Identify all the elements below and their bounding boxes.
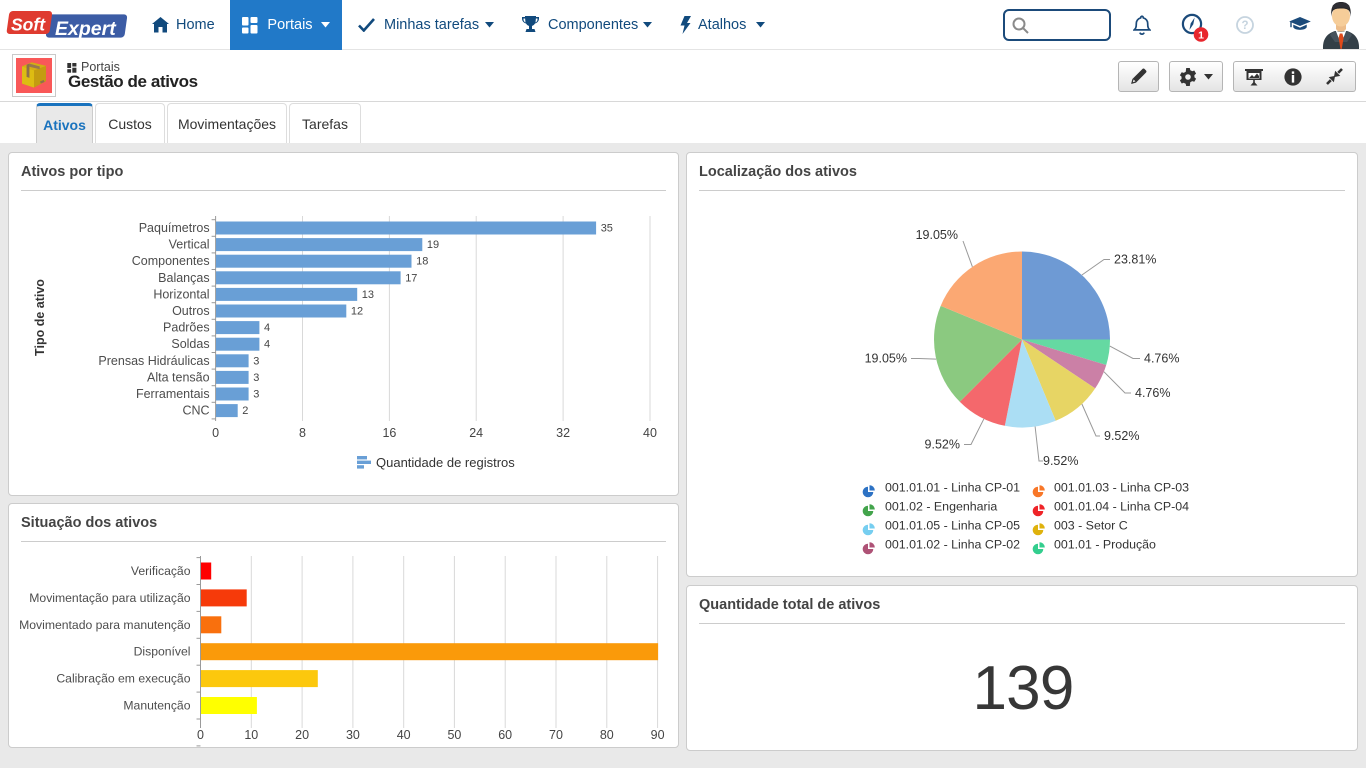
svg-text:23.81%: 23.81%: [1114, 253, 1156, 267]
svg-text:Expert: Expert: [55, 18, 117, 40]
svg-text:Outros: Outros: [172, 304, 210, 318]
svg-text:80: 80: [600, 728, 614, 742]
svg-text:30: 30: [346, 728, 360, 742]
svg-text:50: 50: [447, 728, 461, 742]
svg-text:1: 1: [1198, 29, 1204, 41]
svg-text:0: 0: [212, 426, 219, 440]
svg-text:Manutenção: Manutenção: [123, 699, 190, 713]
svg-text:20: 20: [295, 728, 309, 742]
svg-text:18: 18: [416, 256, 428, 268]
svg-text:16: 16: [382, 426, 396, 440]
svg-text:001.01.04 - Linha CP-04: 001.01.04 - Linha CP-04: [1054, 500, 1189, 514]
svg-text:CNC: CNC: [183, 404, 210, 418]
svg-text:Soft: Soft: [11, 14, 46, 34]
svg-text:3: 3: [253, 389, 259, 401]
svg-text:40: 40: [643, 426, 657, 440]
svg-text:19: 19: [427, 239, 439, 251]
svg-text:Padrões: Padrões: [163, 321, 210, 335]
svg-text:3: 3: [253, 372, 259, 384]
svg-text:Prensas Hidráulicas: Prensas Hidráulicas: [98, 354, 209, 368]
svg-text:60: 60: [498, 728, 512, 742]
svg-text:9.52%: 9.52%: [925, 438, 960, 452]
svg-text:Paquímetros: Paquímetros: [139, 221, 210, 235]
svg-text:4.76%: 4.76%: [1144, 352, 1179, 366]
svg-text:17: 17: [405, 272, 417, 284]
svg-text:Calibração em execução: Calibração em execução: [56, 672, 190, 686]
svg-text:10: 10: [244, 728, 258, 742]
svg-text:24: 24: [469, 426, 483, 440]
svg-text:Tipo de ativo: Tipo de ativo: [33, 279, 47, 356]
svg-text:0: 0: [197, 728, 204, 742]
svg-text:001.01.03 - Linha CP-03: 001.01.03 - Linha CP-03: [1054, 481, 1189, 495]
svg-text:Movimentado para manutenção: Movimentado para manutenção: [19, 618, 191, 632]
svg-text:4.76%: 4.76%: [1135, 386, 1170, 400]
svg-text:001.01.05 - Linha CP-05: 001.01.05 - Linha CP-05: [885, 519, 1020, 533]
svg-text:001.01.02 - Linha CP-02: 001.01.02 - Linha CP-02: [885, 538, 1020, 552]
svg-text:9.52%: 9.52%: [1043, 454, 1078, 468]
svg-text:?: ?: [1241, 20, 1248, 32]
svg-text:35: 35: [601, 223, 613, 235]
svg-text:32: 32: [556, 426, 570, 440]
svg-text:001.01 - Produção: 001.01 - Produção: [1054, 538, 1156, 552]
svg-text:003 - Setor C: 003 - Setor C: [1054, 519, 1128, 533]
svg-text:4: 4: [264, 322, 270, 334]
svg-text:001.02 - Engenharia: 001.02 - Engenharia: [885, 500, 997, 514]
svg-text:13: 13: [362, 289, 374, 301]
svg-text:001.01.01 - Linha CP-01: 001.01.01 - Linha CP-01: [885, 481, 1020, 495]
svg-text:70: 70: [549, 728, 563, 742]
svg-text:40: 40: [397, 728, 411, 742]
svg-text:2: 2: [242, 405, 248, 417]
svg-text:19.05%: 19.05%: [865, 352, 907, 366]
svg-text:3: 3: [253, 355, 259, 367]
svg-text:Vertical: Vertical: [169, 238, 210, 252]
svg-text:12: 12: [351, 306, 363, 318]
svg-text:Alta tensão: Alta tensão: [147, 370, 210, 384]
svg-text:Soldas: Soldas: [171, 337, 209, 351]
svg-text:Quantidade de registros: Quantidade de registros: [376, 455, 515, 470]
svg-text:Disponível: Disponível: [134, 645, 191, 659]
svg-text:Balanças: Balanças: [158, 271, 209, 285]
svg-text:Movimentação para utilização: Movimentação para utilização: [29, 591, 190, 605]
svg-text:19.05%: 19.05%: [916, 228, 958, 242]
svg-text:Verificação: Verificação: [131, 564, 191, 578]
svg-text:Horizontal: Horizontal: [153, 287, 209, 301]
svg-text:9.52%: 9.52%: [1104, 429, 1139, 443]
svg-text:Componentes: Componentes: [132, 254, 210, 268]
svg-text:4: 4: [264, 339, 270, 351]
svg-text:90: 90: [651, 728, 665, 742]
svg-text:Ferramentais: Ferramentais: [136, 387, 210, 401]
svg-text:8: 8: [299, 426, 306, 440]
